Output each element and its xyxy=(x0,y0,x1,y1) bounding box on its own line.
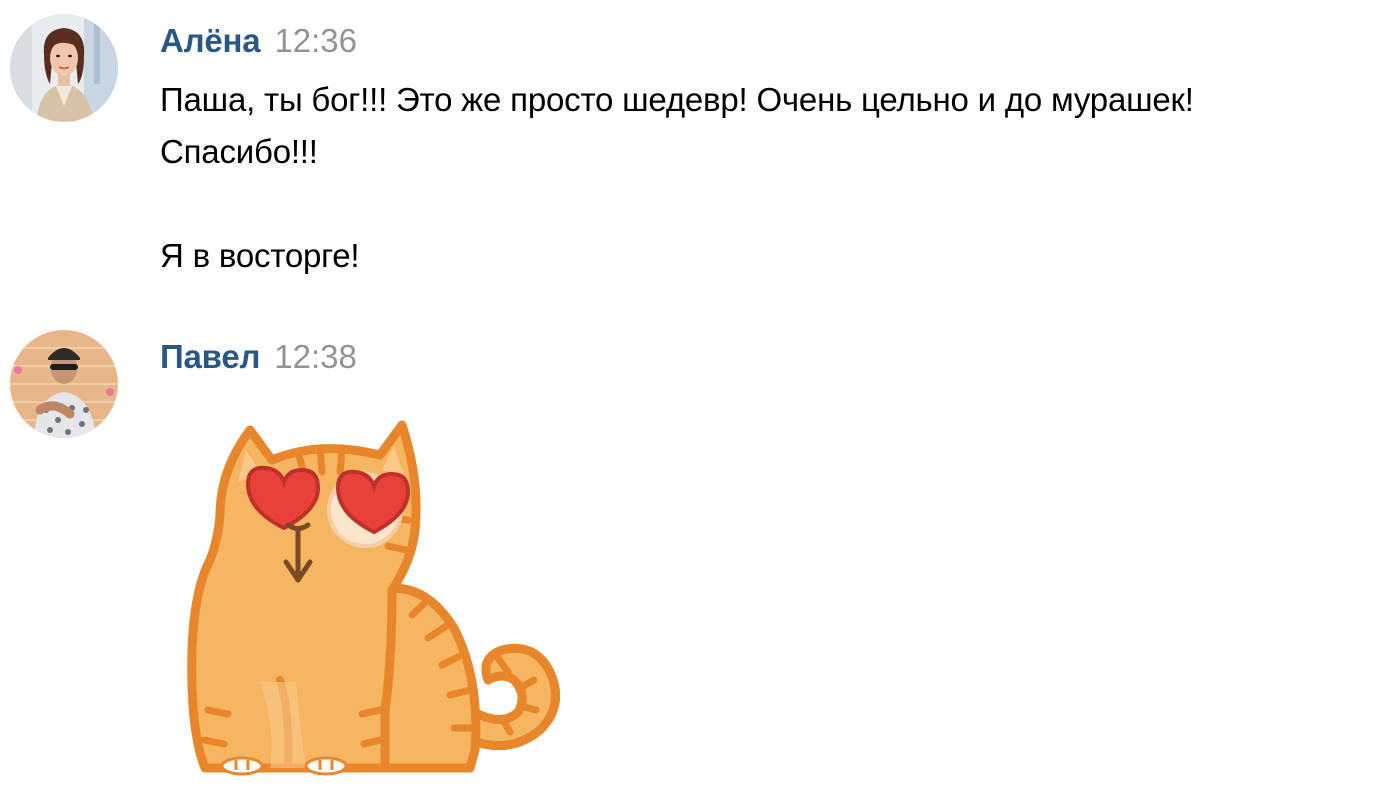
message-time[interactable]: 12:36 xyxy=(274,22,357,59)
avatar-pavel-image xyxy=(10,330,118,438)
message-time[interactable]: 12:38 xyxy=(274,338,357,375)
avatar-alena[interactable] xyxy=(10,14,118,122)
message-text: Паша, ты бог!!! Это же просто шедевр! Оч… xyxy=(160,74,1400,282)
author-name[interactable]: Алёна xyxy=(160,22,261,59)
avatar-alena-image xyxy=(10,14,118,122)
heart-eyes-cat-sticker[interactable] xyxy=(180,410,570,780)
message-alena: Алёна 12:36 Паша, ты бог!!! Это же просто… xyxy=(0,0,1400,300)
author-name[interactable]: Павел xyxy=(160,338,260,375)
message-line: Спасибо!!! xyxy=(160,133,318,170)
message-pavel: Павел 12:38 xyxy=(0,310,1400,787)
cat-sticker-icon xyxy=(187,420,561,776)
message-line: Паша, ты бог!!! Это же просто шедевр! Оч… xyxy=(160,81,1194,118)
message-line: Я в восторге! xyxy=(160,237,360,274)
avatar-pavel[interactable] xyxy=(10,330,118,438)
message-header: Алёна 12:36 xyxy=(160,22,357,66)
message-header: Павел 12:38 xyxy=(160,338,357,382)
